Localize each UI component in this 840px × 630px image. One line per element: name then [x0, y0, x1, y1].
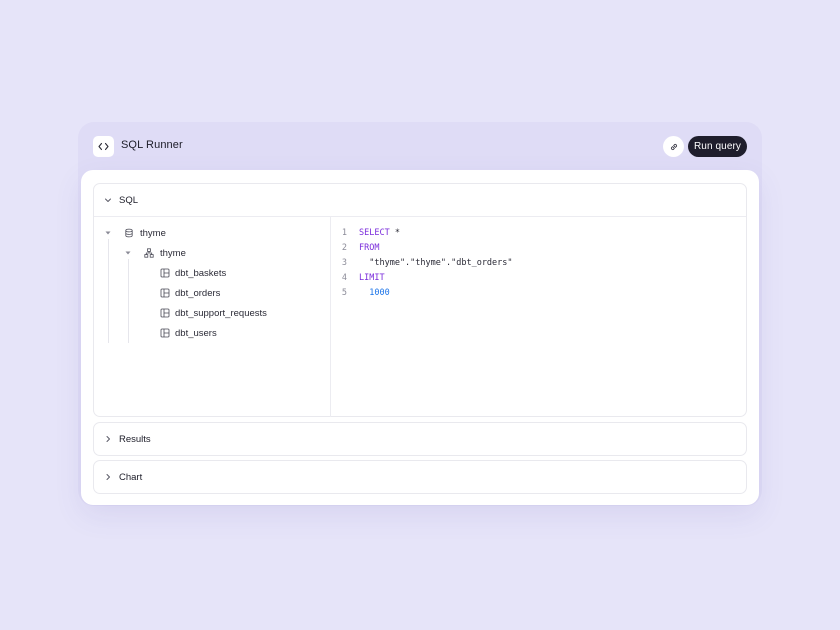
table-icon	[160, 268, 170, 278]
code-text: SELECT *	[359, 228, 400, 238]
table-label: dbt_users	[175, 327, 217, 339]
database-label: thyme	[140, 227, 166, 239]
chart-section-header[interactable]: Chart	[94, 461, 142, 493]
code-line: 1 SELECT *	[331, 227, 746, 239]
chevron-right-icon	[106, 436, 110, 442]
table-label: dbt_baskets	[175, 267, 227, 279]
sql-editor[interactable]: 1 SELECT * 2 FROM 3 "thyme"."thyme"."dbt…	[331, 217, 746, 417]
sql-section-header[interactable]: SQL	[94, 184, 138, 216]
window-header: SQL Runner Run query	[78, 122, 762, 170]
table-icon	[160, 328, 170, 338]
caret-down-icon	[105, 231, 111, 235]
schema-icon	[144, 248, 154, 258]
table-icon	[160, 288, 170, 298]
caret-down-icon	[125, 251, 131, 255]
table-label: dbt_orders	[175, 287, 221, 299]
code-text: "thyme"."thyme"."dbt_orders"	[359, 258, 513, 268]
line-number: 5	[341, 288, 347, 298]
sql-section: SQL thyme thyme dbt_baskets dbt_orders d…	[93, 183, 747, 417]
table-item[interactable]: dbt_users	[160, 326, 217, 340]
code-line: 4 LIMIT	[331, 272, 746, 284]
code-icon	[93, 136, 114, 157]
code-text: FROM	[359, 243, 380, 253]
chart-section[interactable]: Chart	[93, 460, 747, 494]
tree-item-database[interactable]: thyme	[104, 226, 166, 240]
database-icon	[125, 228, 133, 238]
sql-runner-window: SQL Runner Run query SQL thyme thyme dbt…	[78, 122, 762, 506]
results-section-label: Results	[119, 433, 151, 445]
tree-item-schema[interactable]: thyme	[124, 246, 186, 260]
line-number: 3	[341, 258, 347, 268]
chevron-right-icon	[106, 474, 110, 480]
main-panel: SQL thyme thyme dbt_baskets dbt_orders d…	[81, 170, 759, 505]
results-section-header[interactable]: Results	[94, 423, 151, 455]
sql-section-label: SQL	[119, 194, 139, 206]
schema-label: thyme	[160, 247, 186, 259]
code-line: 2 FROM	[331, 242, 746, 254]
table-item[interactable]: dbt_support_requests	[160, 306, 267, 320]
line-number: 1	[341, 228, 347, 238]
line-number: 2	[341, 243, 347, 253]
tree-guide-line	[128, 259, 129, 343]
results-section[interactable]: Results	[93, 422, 747, 456]
chevron-down-icon	[105, 198, 111, 202]
run-query-button[interactable]: Run query	[688, 136, 747, 157]
tree-guide-line	[108, 239, 109, 343]
code-text: LIMIT	[359, 273, 385, 283]
page-title: SQL Runner	[121, 139, 183, 151]
chart-section-label: Chart	[119, 471, 143, 483]
schema-tree: thyme thyme dbt_baskets dbt_orders dbt_s…	[94, 217, 330, 417]
code-text: 1000	[359, 288, 390, 298]
link-icon	[670, 143, 677, 150]
table-item[interactable]: dbt_baskets	[160, 266, 226, 280]
table-label: dbt_support_requests	[175, 307, 267, 319]
copy-link-button[interactable]	[663, 136, 684, 157]
code-line: 3 "thyme"."thyme"."dbt_orders"	[331, 257, 746, 269]
table-item[interactable]: dbt_orders	[160, 286, 220, 300]
code-line: 5 1000	[331, 287, 746, 299]
table-icon	[160, 308, 170, 318]
line-number: 4	[341, 273, 347, 283]
